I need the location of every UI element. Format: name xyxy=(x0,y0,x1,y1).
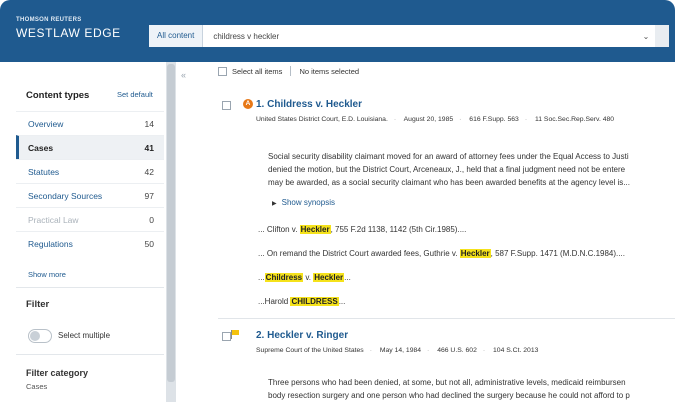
result-checkbox[interactable] xyxy=(222,332,231,341)
select-multiple-label: Select multiple xyxy=(58,331,111,340)
snippet-text: , 755 F.2d 1138, 1142 (5th Cir.1985).... xyxy=(330,225,467,234)
content-type-practical-law: Practical Law 0 xyxy=(16,207,164,231)
app-header: THOMSON REUTERS WESTLAW EDGE All content… xyxy=(0,0,675,62)
search-button[interactable] xyxy=(655,25,669,47)
result-title-link[interactable]: 1. Childress v. Heckler xyxy=(256,99,362,110)
filter-category-heading: Filter category xyxy=(26,368,89,378)
content-type-count: 0 xyxy=(149,214,154,225)
select-multiple-toggle[interactable] xyxy=(28,329,52,343)
synopsis-line: denied the motion, but the District Cour… xyxy=(268,165,626,174)
snippet-text: ... Clifton v. xyxy=(258,225,300,234)
result-snippet: ...Childress v. Heckler... xyxy=(258,273,351,282)
search-term-highlight: Heckler xyxy=(459,249,491,258)
brand-company: THOMSON REUTERS xyxy=(16,17,82,23)
content-type-label: Statutes xyxy=(28,166,60,177)
content-type-cases[interactable]: Cases 41 xyxy=(16,135,164,159)
result-snippet: ... On remand the District Court awarded… xyxy=(258,249,625,258)
snippet-text: ...Harold xyxy=(258,297,291,306)
select-all-label[interactable]: Select all items xyxy=(232,67,282,76)
search-input[interactable]: childress v heckler xyxy=(203,32,637,41)
synopsis-line: body resection surgery and one person wh… xyxy=(268,391,630,400)
brand-logo[interactable]: WESTLAW EDGE xyxy=(16,26,121,40)
result-number: 2. xyxy=(256,330,265,341)
show-synopsis-link[interactable]: ▶ Show synopsis xyxy=(272,198,335,207)
select-all-checkbox[interactable] xyxy=(218,66,227,76)
snippet-text: ... On remand the District Court awarded… xyxy=(258,249,460,258)
content-type-overview[interactable]: Overview 14 xyxy=(16,111,164,135)
content-type-label: Overview xyxy=(28,118,64,129)
result-title-link[interactable]: 2. Heckler v. Ringer xyxy=(256,330,348,341)
synopsis-line: may be awarded, as a social security cla… xyxy=(268,178,630,187)
snippet-text: v. xyxy=(303,273,314,282)
selection-status: No items selected xyxy=(299,66,360,76)
search-term-highlight: Heckler xyxy=(313,273,345,282)
result-meta: Supreme Court of the United States · May … xyxy=(256,347,539,354)
result-synopsis: Social security disability claimant move… xyxy=(268,150,630,189)
content-type-statutes[interactable]: Statutes 42 xyxy=(16,159,164,183)
filter-category-value: Cases xyxy=(26,382,48,391)
search-term-highlight: Childress xyxy=(264,273,304,282)
content-type-count: 41 xyxy=(144,142,154,153)
chevron-down-icon[interactable]: ⌄ xyxy=(637,32,655,41)
snippet-text: ... xyxy=(344,273,351,282)
search-scope-button[interactable]: All content xyxy=(149,25,204,47)
search-term-highlight: Heckler xyxy=(299,225,331,234)
result-checkbox[interactable] xyxy=(222,101,231,110)
keycite-yellow-flag-icon[interactable] xyxy=(231,330,239,339)
snippet-text: , 587 F.Supp. 1471 (M.D.N.C.1984).... xyxy=(490,249,625,258)
divider xyxy=(290,66,292,76)
result-date: August 20, 1985 xyxy=(403,116,454,123)
snippet-text: ... xyxy=(258,273,265,282)
result-citation: 616 F.Supp. 563 xyxy=(469,116,519,123)
content-type-regulations[interactable]: Regulations 50 xyxy=(16,231,164,255)
result-title: Heckler v. Ringer xyxy=(267,330,349,341)
result-snippet: ...Harold CHILDRESS... xyxy=(258,297,345,306)
result-citation: 104 S.Ct. 2013 xyxy=(493,347,539,354)
results-toolbar: Select all items No items selected xyxy=(218,66,359,76)
content-type-label: Cases xyxy=(28,142,54,153)
content-type-secondary-sources[interactable]: Secondary Sources 97 xyxy=(16,183,164,207)
search-bar: All content childress v heckler ⌄ xyxy=(149,25,669,47)
search-term-highlight: CHILDRESS xyxy=(290,297,339,306)
show-synopsis-label: Show synopsis xyxy=(281,198,335,207)
content-type-count: 50 xyxy=(144,238,154,249)
result-synopsis: Three persons who had been denied, at so… xyxy=(268,376,630,402)
snippet-text: ... xyxy=(338,297,346,306)
content-type-label: Secondary Sources xyxy=(28,190,103,201)
content-type-label: Regulations xyxy=(28,238,73,249)
result-court: United States District Court, E.D. Louis… xyxy=(256,116,388,123)
show-more-link[interactable]: Show more xyxy=(28,270,66,279)
result-meta: United States District Court, E.D. Louis… xyxy=(256,116,615,123)
set-default-link[interactable]: Set default xyxy=(117,90,153,99)
result-court: Supreme Court of the United States xyxy=(256,347,364,354)
synopsis-line: Social security disability claimant move… xyxy=(268,152,629,161)
divider xyxy=(16,354,164,355)
synopsis-line: Three persons who had been denied, at so… xyxy=(268,378,626,387)
collapse-sidebar-icon[interactable]: « xyxy=(181,70,186,80)
content-type-count: 42 xyxy=(144,166,154,177)
result-date: May 14, 1984 xyxy=(379,347,422,354)
result-citation: 11 Soc.Sec.Rep.Serv. 480 xyxy=(534,116,615,123)
keycite-flag-icon[interactable]: A xyxy=(243,99,253,109)
content-type-count: 97 xyxy=(144,190,154,201)
content-types-heading: Content types xyxy=(26,90,90,101)
content-type-count: 14 xyxy=(144,118,154,129)
triangle-right-icon: ▶ xyxy=(272,201,277,207)
result-snippet: ... Clifton v. Heckler, 755 F.2d 1138, 1… xyxy=(258,225,466,234)
divider xyxy=(16,287,164,288)
result-title: Childress v. Heckler xyxy=(267,99,362,110)
sidebar: Content types Set default Overview 14 Ca… xyxy=(8,62,166,402)
result-divider xyxy=(218,318,675,319)
sidebar-scroll-thumb[interactable] xyxy=(167,64,175,382)
result-citation: 466 U.S. 602 xyxy=(437,347,477,354)
content-type-label: Practical Law xyxy=(28,214,79,225)
filter-heading: Filter xyxy=(26,299,50,310)
result-number: 1. xyxy=(256,99,265,110)
